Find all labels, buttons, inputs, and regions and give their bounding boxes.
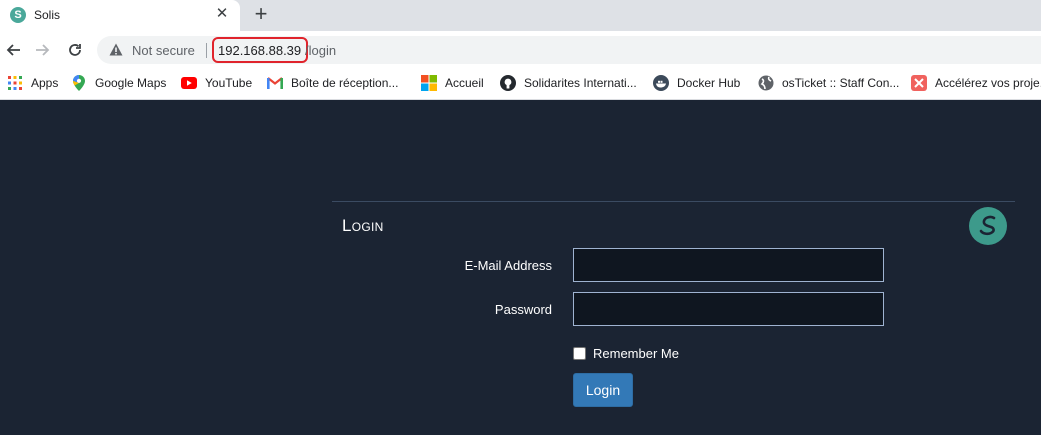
maps-pin-icon xyxy=(71,75,87,91)
new-tab-plus-icon[interactable]: + xyxy=(250,3,272,25)
bookmark-youtube[interactable]: YouTube xyxy=(181,68,252,98)
bookmark-label: osTicket :: Staff Con... xyxy=(782,76,900,90)
bookmark-docker-hub[interactable]: Docker Hub xyxy=(653,68,740,98)
remember-me-option[interactable]: Remember Me xyxy=(573,346,679,361)
bookmark-osticket[interactable]: osTicket :: Staff Con... xyxy=(758,68,899,98)
omnibox-divider xyxy=(206,43,207,58)
warning-triangle-icon[interactable] xyxy=(109,43,123,61)
remember-me-checkbox[interactable] xyxy=(573,347,586,360)
gmail-icon xyxy=(267,75,283,91)
tab-title: Solis xyxy=(34,8,61,22)
youtube-icon xyxy=(181,75,197,91)
solis-favicon-icon: S xyxy=(10,7,26,23)
back-arrow-icon[interactable] xyxy=(1,38,25,62)
bookmark-label: YouTube xyxy=(205,76,253,90)
bookmark-label: Accueil xyxy=(445,76,484,90)
login-page: Login E-Mail Address Password Remember M… xyxy=(0,101,1041,435)
bookmark-label: Accélérez vos proje... xyxy=(935,76,1041,90)
email-field[interactable] xyxy=(573,248,884,282)
url-host: 192.168.88.39 xyxy=(218,43,302,58)
bookmark-label: Boîte de réception... xyxy=(291,76,399,90)
panel-divider xyxy=(332,201,1015,202)
reload-icon[interactable] xyxy=(63,38,87,62)
solis-logo-icon xyxy=(969,207,1007,245)
password-field[interactable] xyxy=(573,292,884,326)
bookmark-google-maps[interactable]: Google Maps xyxy=(71,68,166,98)
bookmark-apps[interactable]: Apps xyxy=(7,68,58,98)
browser-toolbar: Not secure 192.168.88.39 /login xyxy=(0,31,1041,68)
remember-me-label: Remember Me xyxy=(593,346,679,361)
url-path: /login xyxy=(305,43,337,58)
bookmark-label: Apps xyxy=(31,76,59,90)
page-title: Login xyxy=(342,216,384,235)
github-icon xyxy=(500,75,516,91)
globe-icon xyxy=(758,75,774,91)
app-icon xyxy=(911,75,927,91)
forward-arrow-icon[interactable] xyxy=(31,38,55,62)
browser-tab-solis[interactable]: S Solis ✕ xyxy=(0,0,240,31)
bookmarks-bar: Apps Google Maps YouTube Boîte de récept… xyxy=(0,68,1041,100)
bookmark-label: Docker Hub xyxy=(677,76,741,90)
docker-icon xyxy=(653,75,669,91)
security-status-text[interactable]: Not secure xyxy=(132,43,195,58)
bookmark-solidarites[interactable]: Solidarites Internati... xyxy=(500,68,637,98)
windows-icon xyxy=(421,75,437,91)
close-tab-icon[interactable]: ✕ xyxy=(213,5,231,23)
apps-grid-icon xyxy=(7,75,23,91)
bookmark-gmail[interactable]: Boîte de réception... xyxy=(267,68,398,98)
address-bar[interactable]: Not secure 192.168.88.39 /login xyxy=(97,36,1041,64)
bookmark-accelerez[interactable]: Accélérez vos proje... xyxy=(911,68,1041,98)
password-label: Password xyxy=(494,302,552,317)
tab-strip: S Solis ✕ + xyxy=(0,0,1041,31)
bookmark-label: Google Maps xyxy=(95,76,167,90)
email-label: E-Mail Address xyxy=(464,258,552,273)
login-button[interactable]: Login xyxy=(573,373,633,407)
bookmark-accueil[interactable]: Accueil xyxy=(421,68,484,98)
bookmark-label: Solidarites Internati... xyxy=(524,76,637,90)
